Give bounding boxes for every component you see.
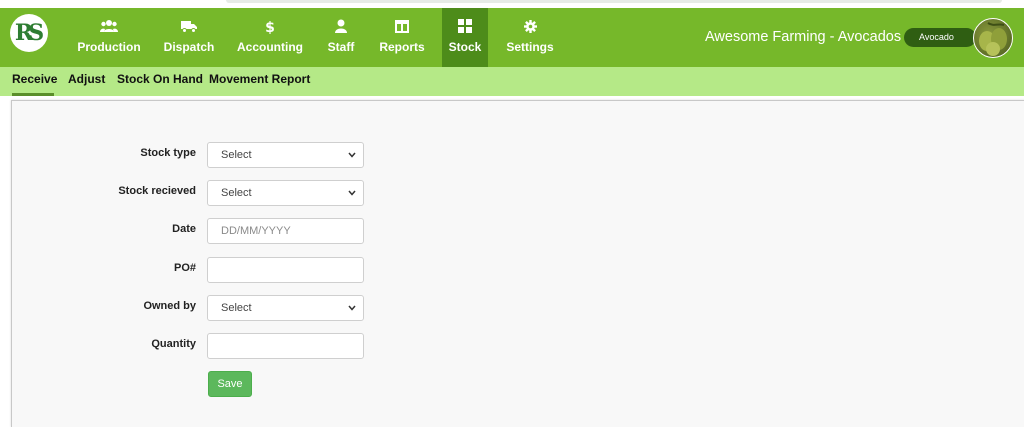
date-label: Date [172,223,196,235]
owned-by-label: Owned by [143,300,196,312]
nav-item-accounting[interactable]: $ Accounting [233,8,307,67]
logo-text: RS [14,20,44,46]
active-tab-indicator [12,93,54,96]
owned-by-value: Select [221,302,252,314]
subnav-item-adjust[interactable]: Adjust [68,72,105,86]
nav-item-reports[interactable]: Reports [375,8,429,67]
browser-top-strip [0,0,1024,8]
po-label: PO# [173,262,196,274]
owned-by-select[interactable]: Select [207,295,364,321]
nav-item-settings[interactable]: Settings [503,8,557,67]
brand-title: Awesome Farming - Avocados [705,29,902,45]
nav-label: Reports [379,40,425,54]
nav-label: Stock [448,40,482,54]
gear-icon [523,18,537,34]
nav-item-staff[interactable]: Staff [323,8,359,67]
avatar[interactable] [973,18,1013,58]
grid-icon [458,18,472,34]
quantity-label: Quantity [151,338,196,350]
nav-label: Production [77,40,141,54]
users-icon [100,18,118,34]
stock-type-value: Select [221,149,252,161]
columns-icon [395,18,409,34]
nav-label: Staff [327,40,355,54]
farm-selector[interactable]: Avocado [904,28,976,47]
quantity-input[interactable] [207,333,364,359]
save-button[interactable]: Save [208,371,252,397]
dollar-icon: $ [265,18,275,34]
stock-type-label: Stock type [140,147,196,159]
chevron-down-icon [348,305,356,311]
date-input[interactable] [207,218,364,244]
stock-received-select[interactable]: Select [207,180,364,206]
subnav-item-stock-on-hand[interactable]: Stock On Hand [117,72,203,86]
stock-received-value: Select [221,187,252,199]
subnav-item-movement-report[interactable]: Movement Report [209,72,310,86]
chevron-down-icon [348,152,356,158]
user-icon [335,18,347,34]
stock-type-select[interactable]: Select [207,142,364,168]
chevron-down-icon [348,190,356,196]
truck-icon [181,18,197,34]
app-logo[interactable]: RS [10,14,48,52]
nav-item-dispatch[interactable]: Dispatch [160,8,218,67]
nav-item-stock[interactable]: Stock [442,8,488,67]
nav-label: Dispatch [163,40,215,54]
po-input[interactable] [207,257,364,283]
nav-label: Accounting [237,40,303,54]
stock-received-label: Stock recieved [118,185,196,197]
nav-label: Settings [506,40,554,54]
svg-text:$: $ [265,20,275,34]
subnav-item-receive[interactable]: Receive [12,72,57,86]
nav-item-production[interactable]: Production [72,8,146,67]
